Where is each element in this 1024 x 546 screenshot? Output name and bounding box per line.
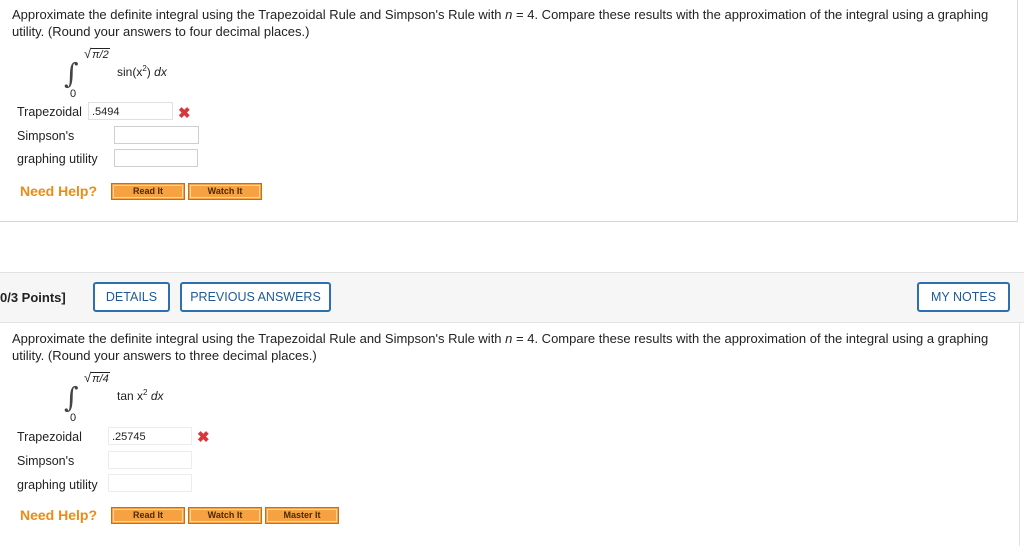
need-help-label: Need Help?: [20, 507, 98, 523]
points-label: 0/3 Points]: [0, 290, 66, 305]
integral-sign: ∫: [64, 57, 79, 90]
integrand: sin(x2) dx: [117, 64, 167, 79]
upper-limit: √π/4: [84, 370, 110, 385]
problem-2-question: Approximate the definite integral using …: [12, 331, 989, 363]
lower-limit: 0: [70, 412, 77, 424]
simpsons-input[interactable]: [114, 126, 199, 144]
trapezoidal-input[interactable]: .5494: [88, 102, 173, 120]
details-button[interactable]: DETAILS: [93, 282, 170, 312]
read-it-button[interactable]: Read It: [111, 507, 185, 524]
watch-it-button[interactable]: Watch It: [188, 507, 262, 524]
incorrect-icon: ✖: [178, 105, 191, 122]
my-notes-button[interactable]: MY NOTES: [917, 282, 1010, 312]
upper-limit: √π/2: [84, 46, 110, 61]
read-it-button[interactable]: Read It: [111, 183, 185, 200]
problem-1-question: Approximate the definite integral using …: [12, 7, 989, 39]
simpsons-input[interactable]: [108, 451, 192, 469]
previous-answers-button[interactable]: PREVIOUS ANSWERS: [180, 282, 331, 312]
need-help-label: Need Help?: [20, 183, 98, 199]
simpsons-label: Simpson's: [17, 129, 75, 143]
graphing-utility-input[interactable]: [114, 149, 198, 167]
lower-limit: 0: [70, 88, 77, 100]
integrand: tan x2 dx: [117, 388, 164, 403]
graphing-utility-label: graphing utility: [17, 152, 98, 166]
incorrect-icon: ✖: [197, 429, 210, 446]
graphing-utility-label: graphing utility: [17, 478, 98, 492]
trapezoidal-label: Trapezoidal: [17, 430, 82, 444]
trapezoidal-input[interactable]: .25745: [108, 427, 192, 445]
graphing-utility-input[interactable]: [108, 474, 192, 492]
simpsons-label: Simpson's: [17, 454, 75, 468]
watch-it-button[interactable]: Watch It: [188, 183, 262, 200]
trapezoidal-label: Trapezoidal: [17, 105, 82, 119]
master-it-button[interactable]: Master It: [265, 507, 339, 524]
integral-sign: ∫: [64, 381, 79, 414]
